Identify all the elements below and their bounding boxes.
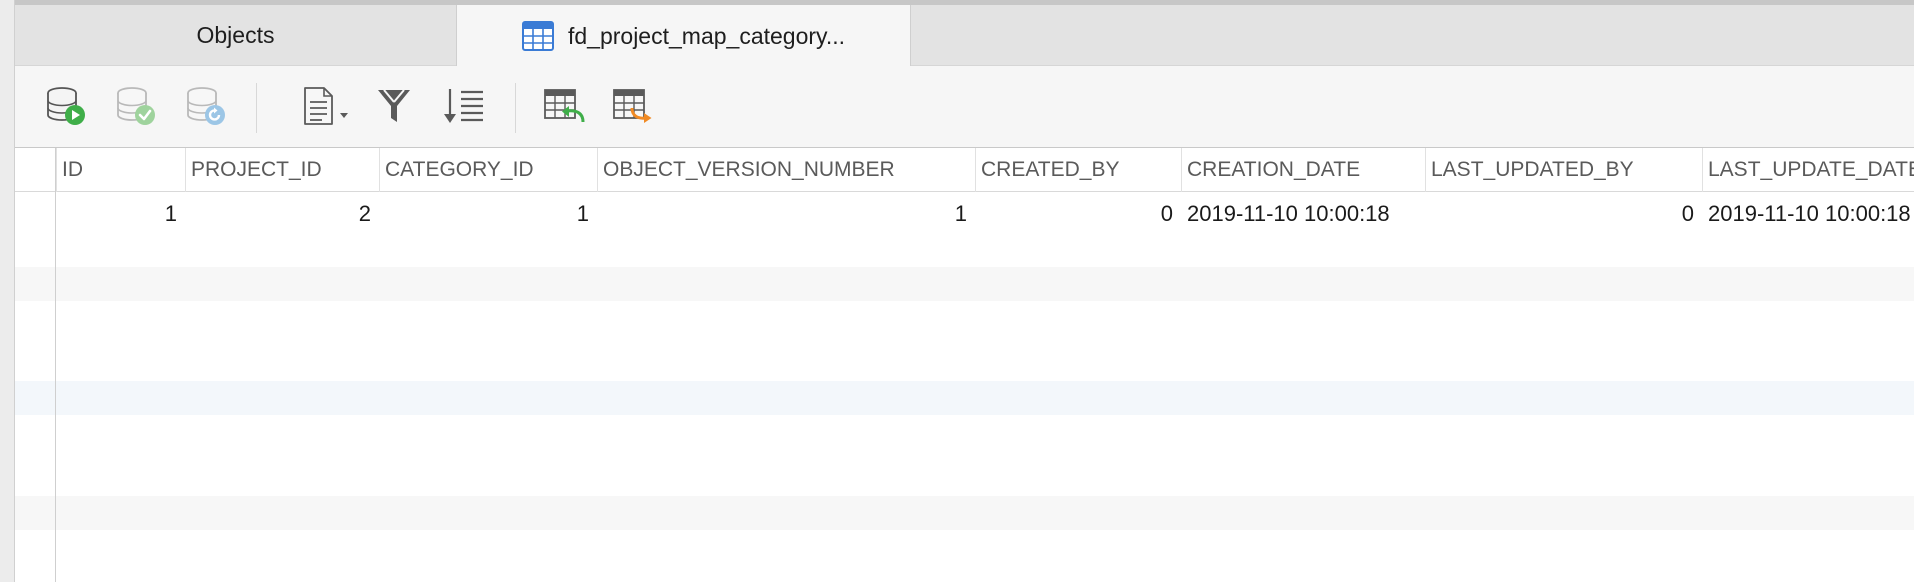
row-selector-gutter — [55, 148, 56, 582]
tab-table-label: fd_project_map_category... — [567, 22, 845, 49]
grid-row-stripe — [15, 496, 1914, 530]
cell-last-update-date[interactable]: 2019-11-10 10:00:18 — [1702, 192, 1914, 236]
tab-objects-label: Objects — [196, 22, 275, 48]
column-header-category-id[interactable]: CATEGORY_ID — [379, 148, 597, 192]
database-check-icon — [115, 85, 157, 132]
column-header-label: CATEGORY_ID — [385, 158, 534, 181]
cell-created-by[interactable]: 0 — [975, 192, 1181, 236]
database-play-icon — [45, 85, 87, 132]
cell-object-version-number[interactable]: 1 — [597, 192, 975, 236]
cell-category-id[interactable]: 1 — [379, 192, 597, 236]
column-header-label: LAST_UPDATED_BY — [1431, 158, 1634, 181]
table-import-icon — [543, 86, 585, 131]
grid-row-stripe — [15, 267, 1914, 301]
table-icon — [521, 21, 554, 51]
tab-bar: Objects fd_project_map_category... — [15, 5, 1914, 67]
table-row[interactable]: 1 2 1 1 0 2019-11-10 10:00:18 0 2019-11-… — [15, 192, 1914, 236]
toolbar-separator — [256, 83, 257, 133]
cell-last-updated-by[interactable]: 0 — [1425, 192, 1702, 236]
tab-objects[interactable]: Objects — [15, 5, 456, 66]
column-header-last-update-date[interactable]: LAST_UPDATE_DATE — [1702, 148, 1914, 192]
rollback-button[interactable] — [184, 86, 228, 130]
filter-button[interactable] — [372, 86, 416, 130]
data-grid: ID PROJECT_ID CATEGORY_ID OBJECT_VERSION… — [15, 148, 1914, 582]
column-header-project-id[interactable]: PROJECT_ID — [185, 148, 379, 192]
toolbar-separator — [515, 83, 516, 133]
tab-fd-project-map-category[interactable]: fd_project_map_category... — [456, 5, 911, 67]
column-header-id[interactable]: ID — [56, 148, 185, 192]
column-header-label: PROJECT_ID — [191, 158, 322, 181]
sort-button[interactable] — [441, 86, 485, 130]
column-header-label: CREATED_BY — [981, 158, 1120, 181]
grid-row-stripe — [15, 381, 1914, 415]
commit-button[interactable] — [114, 86, 158, 130]
column-header-object-version-number[interactable]: OBJECT_VERSION_NUMBER — [597, 148, 975, 192]
cell-project-id[interactable]: 2 — [185, 192, 379, 236]
column-header-label: ID — [62, 158, 83, 181]
column-header-label: LAST_UPDATE_DATE — [1708, 158, 1914, 181]
column-header-created-by[interactable]: CREATED_BY — [975, 148, 1181, 192]
grid-header: ID PROJECT_ID CATEGORY_ID OBJECT_VERSION… — [15, 148, 1914, 192]
sort-icon — [441, 86, 485, 131]
document-dropdown-icon — [300, 85, 360, 132]
text-view-button[interactable] — [298, 86, 362, 130]
table-export-icon — [612, 86, 654, 131]
column-header-label: CREATION_DATE — [1187, 158, 1361, 181]
import-button[interactable] — [542, 86, 586, 130]
toolbar — [15, 66, 1914, 148]
cell-creation-date[interactable]: 2019-11-10 10:00:18 — [1181, 192, 1425, 236]
export-button[interactable] — [611, 86, 655, 130]
left-rail — [0, 0, 15, 582]
database-revert-icon — [185, 85, 227, 132]
column-header-label: OBJECT_VERSION_NUMBER — [603, 158, 895, 181]
cell-id[interactable]: 1 — [56, 192, 185, 236]
begin-transaction-button[interactable] — [44, 86, 88, 130]
query-window: Objects fd_project_map_category... ID PR… — [0, 0, 1914, 582]
funnel-icon — [375, 86, 413, 131]
column-header-last-updated-by[interactable]: LAST_UPDATED_BY — [1425, 148, 1702, 192]
column-header-creation-date[interactable]: CREATION_DATE — [1181, 148, 1425, 192]
